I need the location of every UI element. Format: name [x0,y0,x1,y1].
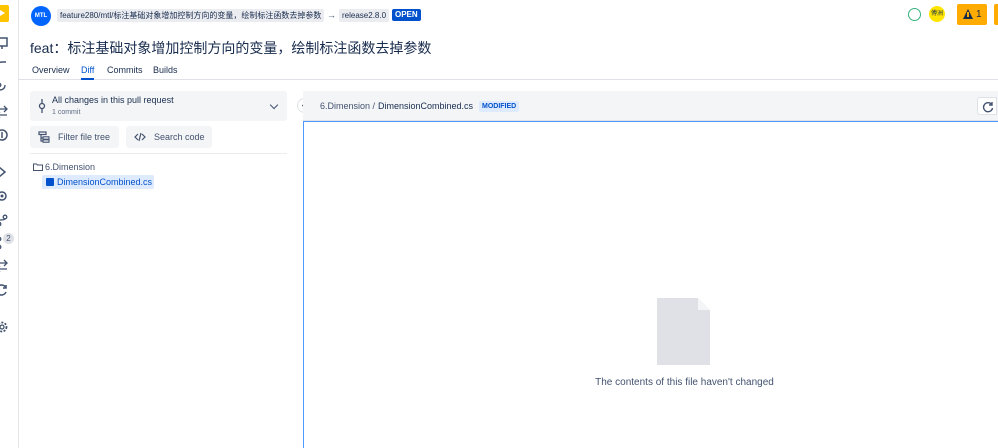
source-icon[interactable] [0,36,9,50]
empty-file-message: The contents of this file haven't change… [595,377,774,388]
app-logo-icon[interactable] [0,5,9,22]
tab-commits[interactable]: Commits [107,64,143,76]
forks-icon[interactable] [0,128,9,142]
file-tree-icon [38,131,50,143]
tab-overview[interactable]: Overview [32,64,70,76]
changes-scope-subtitle: 1 commit [52,109,81,116]
commits-icon[interactable] [0,60,9,74]
changes-scope-title: All changes in this pull request [52,95,174,105]
chevron-down-icon [269,100,279,110]
search-code-label: Search code [154,132,205,142]
file-status-badge: MODIFIED [479,101,520,112]
tab-builds[interactable]: Builds [153,64,178,76]
gear-icon[interactable] [0,320,9,334]
pull-requests-icon[interactable] [0,105,9,119]
refresh-icon [982,102,994,113]
pr-header-bar: MTL feature280/mtl/标注基础对象增加控制方向的变量，绘制标注函… [19,0,998,31]
compare-icon[interactable] [0,259,9,273]
repo-avatar[interactable]: MTL [31,6,51,26]
warnings-count: 1 [976,9,982,20]
pr-tabs: Overview Diff Commits Builds [19,62,998,80]
source-branch-lozenge[interactable]: feature280/mtl/标注基础对象增加控制方向的变量，绘制标注函数去掉参… [57,9,325,22]
settings-cog-icon[interactable] [0,189,9,203]
file-name[interactable]: DimensionCombined.cs [378,101,473,112]
code-icon [134,132,146,142]
more-actions-button[interactable] [994,4,998,25]
tree-folder-label: 6.Dimension [45,162,96,172]
tree-file-label: DimensionCombined.cs [57,177,153,187]
warning-icon-mark [967,12,969,17]
diff-content-area: The contents of this file haven't change… [303,121,998,448]
target-branch-lozenge[interactable]: release2.8.0 [339,9,390,22]
file-modified-icon [46,178,54,186]
sync-icon[interactable] [0,283,9,297]
approval-icon[interactable] [908,8,921,21]
chevron-right-icon[interactable] [0,165,9,179]
file-directory: 6.Dimension / [320,101,376,111]
refresh-button[interactable] [977,97,997,115]
filter-file-tree-label: Filter file tree [58,132,111,142]
empty-file-icon [657,298,710,365]
pr-status-badge: OPEN [392,9,421,21]
search-code-button[interactable]: Search code [126,126,212,148]
branches-icon[interactable] [0,82,9,96]
file-header: 6.Dimension / DimensionCombined.cs MODIF… [303,91,998,121]
folder-icon [33,163,43,171]
page-title: feat：标注基础对象增加控制方向的变量，绘制标注函数去掉参数 [30,40,432,56]
filter-file-tree-button[interactable]: Filter file tree [30,126,119,148]
commit-icon [38,99,46,113]
warnings-button[interactable]: 1 [957,4,987,25]
pull-request-count-badge: 2 [3,233,14,244]
branch-arrow-icon: → [327,10,336,20]
tree-file-selected[interactable]: DimensionCombined.cs [42,175,154,189]
user-avatar[interactable]: 傅洲 [929,6,945,22]
sidebar-divider [30,153,287,154]
tab-diff[interactable]: Diff [81,64,95,80]
global-nav-rail: 2 [0,0,19,448]
branch-icon[interactable] [0,213,9,227]
changes-scope-dropdown[interactable]: All changes in this pull request 1 commi… [30,91,287,121]
